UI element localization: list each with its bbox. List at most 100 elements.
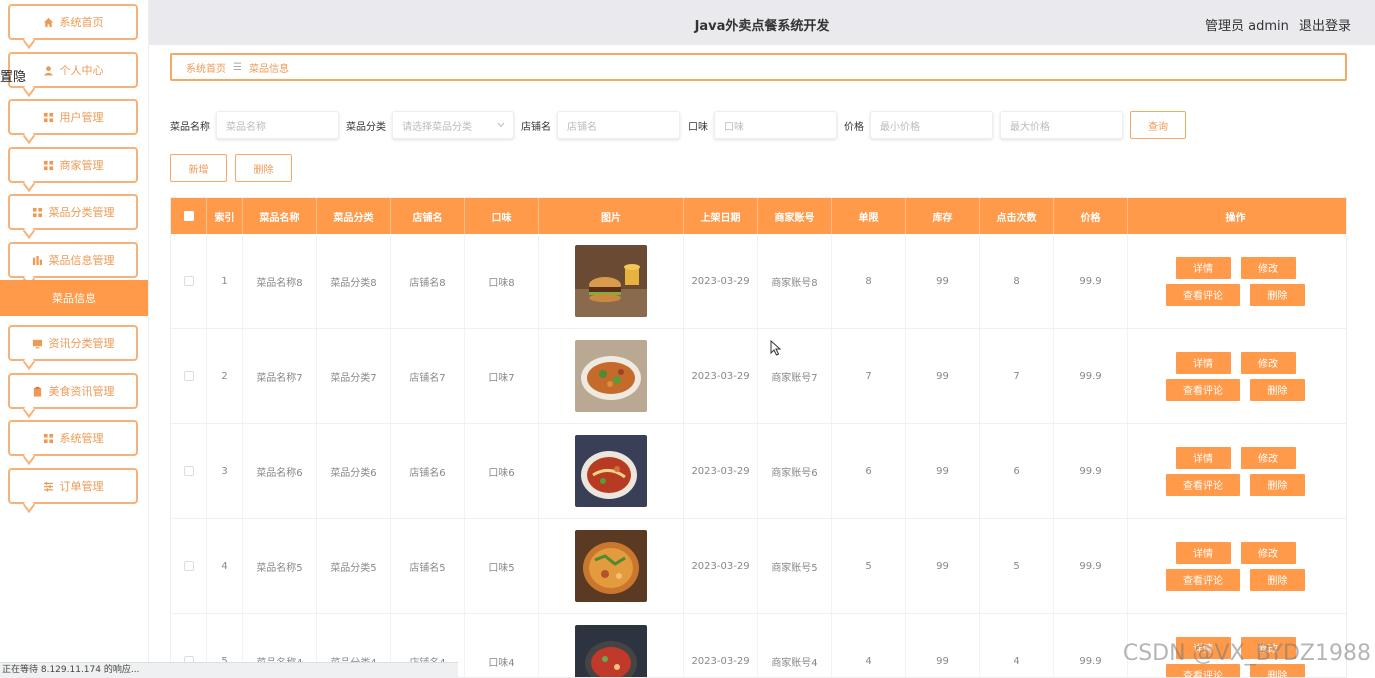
delete-button[interactable]: 删除 (1250, 378, 1305, 401)
row-checkbox[interactable] (183, 466, 194, 476)
cell-account: 商家账号6 (758, 424, 832, 518)
dish-photo-burger (575, 245, 647, 317)
cell-clicks: 5 (980, 519, 1054, 613)
sidebar-item-system[interactable]: 系统管理 (8, 420, 138, 466)
app-window: 系统首页 个人中心 置隐 用户管理 商家管理 菜品分类管理 菜品信息管理 菜品信… (0, 0, 1375, 678)
breadcrumb: 系统首页 ☰ 菜品信息 (170, 53, 1347, 81)
grid-icon (43, 432, 55, 444)
home-icon (43, 16, 55, 28)
row-checkbox[interactable] (183, 276, 194, 286)
cell-taste: 口味7 (465, 329, 539, 423)
detail-button[interactable]: 详情 (1175, 351, 1231, 374)
col-price: 价格 (1054, 198, 1128, 234)
select-all-checkbox[interactable] (183, 211, 194, 221)
cell-date: 2023-03-29 (684, 519, 758, 613)
breadcrumb-home[interactable]: 系统首页 (186, 60, 226, 75)
view-comments-button[interactable]: 查看评论 (1166, 378, 1240, 401)
edit-button[interactable]: 修改 (1240, 351, 1296, 374)
view-comments-button[interactable]: 查看评论 (1166, 568, 1240, 591)
sidebar-item-news-category[interactable]: 资讯分类管理 (8, 325, 138, 371)
cell-image (539, 424, 684, 518)
cell-price: 99.9 (1054, 424, 1128, 518)
sidebar-item-label: 资讯分类管理 (48, 337, 115, 350)
app-title: Java外卖点餐系统开发 (694, 19, 830, 34)
edit-button[interactable]: 修改 (1240, 541, 1296, 564)
sidebar-item-dish-category[interactable]: 菜品分类管理 (8, 194, 138, 240)
cell-index: 2 (207, 329, 243, 423)
cell-actions: 详情 修改 查看评论 删除 (1128, 424, 1343, 518)
sidebar-item-merchants[interactable]: 商家管理 (8, 147, 138, 193)
cell-category: 菜品分类5 (317, 519, 391, 613)
taste-input[interactable]: 口味 (714, 111, 837, 139)
row-checkbox[interactable] (183, 561, 194, 571)
view-comments-button[interactable]: 查看评论 (1166, 283, 1240, 306)
cell-limit: 8 (832, 234, 906, 328)
price-label: 价格 (844, 121, 864, 133)
sidebar-item-users[interactable]: 用户管理 (8, 99, 138, 145)
batch-delete-button[interactable]: 删除 (235, 154, 292, 182)
cell-clicks: 4 (980, 614, 1054, 677)
col-index: 索引 (207, 198, 243, 234)
sliders-icon (43, 480, 55, 492)
detail-button[interactable]: 详情 (1175, 446, 1231, 469)
dish-photo-soup (575, 530, 647, 602)
sidebar-subitem-dish-info[interactable]: 菜品信息 (0, 280, 148, 316)
cell-category: 菜品分类7 (317, 329, 391, 423)
breadcrumb-current: 菜品信息 (248, 63, 289, 75)
edit-button[interactable]: 修改 (1240, 446, 1296, 469)
max-price-input[interactable]: 最大价格 (1000, 111, 1123, 139)
dish-category-select[interactable]: 请选择菜品分类 (392, 111, 514, 139)
grid-icon (43, 159, 55, 171)
cell-category: 菜品分类6 (317, 424, 391, 518)
sidebar-item-food-news[interactable]: 美食资讯管理 (8, 373, 138, 419)
dish-table: 索引 菜品名称 菜品分类 店铺名 口味 图片 上架日期 商家账号 单限 库存 点… (170, 197, 1347, 678)
sidebar-item-label: 菜品分类管理 (48, 206, 115, 219)
row-ops: 详情 修改 查看评论 删除 (1166, 541, 1305, 591)
table-row: 3 菜品名称6 菜品分类6 店铺名6 口味6 2023-03-29 商家账号6 … (171, 424, 1346, 519)
cell-clicks: 6 (980, 424, 1054, 518)
cell-index: 1 (207, 234, 243, 328)
row-ops: 详情 修改 查看评论 删除 (1166, 446, 1305, 496)
cell-name: 菜品名称6 (243, 424, 317, 518)
edit-button[interactable]: 修改 (1240, 256, 1296, 279)
cell-actions: 详情 修改 查看评论 删除 (1128, 234, 1343, 328)
logout-link[interactable]: 退出登录 (1299, 19, 1351, 34)
min-price-input[interactable]: 最小价格 (870, 111, 993, 139)
dish-photo-noodles (575, 435, 647, 507)
dish-name-input[interactable]: 菜品名称 (216, 111, 339, 139)
detail-button[interactable]: 详情 (1175, 256, 1231, 279)
cell-account: 商家账号4 (758, 614, 832, 677)
delete-button[interactable]: 删除 (1250, 568, 1305, 591)
sidebar-item-label: 美食资讯管理 (48, 385, 115, 398)
row-ops: 详情 修改 查看评论 删除 (1166, 256, 1305, 306)
sidebar-item-orders[interactable]: 订单管理 (8, 468, 138, 514)
delete-button[interactable]: 删除 (1250, 283, 1305, 306)
row-checkbox[interactable] (183, 371, 194, 381)
cell-image (539, 519, 684, 613)
cell-taste: 口味5 (465, 519, 539, 613)
dish-name-label: 菜品名称 (170, 121, 210, 133)
sidebar-item-dish-info[interactable]: 菜品信息管理 (8, 242, 138, 288)
sidebar-item-label: 菜品信息管理 (48, 254, 115, 267)
sidebar-item-home[interactable]: 系统首页 (8, 4, 138, 50)
cell-clicks: 8 (980, 234, 1054, 328)
sidebar-item-profile[interactable]: 个人中心 (8, 52, 138, 98)
row-select-cell (171, 519, 207, 613)
cell-clicks: 7 (980, 329, 1054, 423)
sidebar-item-label: 个人中心 (59, 64, 104, 77)
query-button[interactable]: 查询 (1130, 111, 1186, 139)
add-button[interactable]: 新增 (170, 154, 227, 182)
shop-name-input[interactable]: 店铺名 (557, 111, 680, 139)
col-taste: 口味 (465, 198, 539, 234)
sidebar-subitem-label: 菜品信息 (52, 292, 96, 305)
col-shop: 店铺名 (391, 198, 465, 234)
mouse-cursor-icon (770, 340, 782, 356)
detail-button[interactable]: 详情 (1175, 541, 1231, 564)
cell-image (539, 234, 684, 328)
chevron-down-icon (497, 120, 505, 131)
cell-shop: 店铺名7 (391, 329, 465, 423)
table-header: 索引 菜品名称 菜品分类 店铺名 口味 图片 上架日期 商家账号 单限 库存 点… (171, 198, 1346, 234)
delete-button[interactable]: 删除 (1250, 473, 1305, 496)
view-comments-button[interactable]: 查看评论 (1166, 473, 1240, 496)
cell-name: 菜品名称5 (243, 519, 317, 613)
